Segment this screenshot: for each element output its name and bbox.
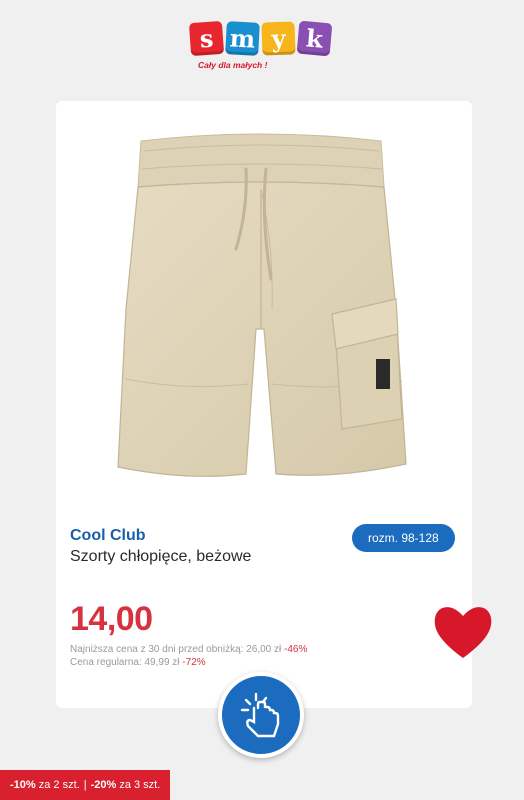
tap-button[interactable]	[218, 672, 304, 758]
promo-discount-1: -10%	[10, 779, 36, 791]
regular-price-label: Cena regularna: 49,99 zł	[70, 657, 180, 668]
lowest-price-info: Najniższa cena z 30 dni przed obniżką: 2…	[70, 644, 307, 655]
logo-letter-m: m	[225, 21, 260, 56]
product-name[interactable]: Szorty chłopięce, beżowe	[70, 547, 270, 567]
promo-discount-2: -20%	[90, 779, 117, 791]
promo-banner[interactable]: -10% za 2 szt. | -20% za 3 szt.	[0, 770, 171, 800]
logo-letter-y: y	[261, 21, 296, 56]
logo-letters: s m y k	[188, 20, 333, 57]
regular-price-discount: -72%	[182, 657, 206, 668]
promo-text-1: za 2 szt.	[38, 779, 80, 791]
logo-letter-k: k	[296, 20, 333, 57]
lowest-price-label: Najniższa cena z 30 dni przed obniżką: 2…	[70, 644, 282, 655]
product-price: 14,00	[70, 600, 153, 638]
logo-tagline: Cały dla małych !	[198, 60, 268, 70]
smyk-logo[interactable]: s m y k Cały dla małych !	[188, 20, 335, 74]
promo-text-2: za 3 szt.	[119, 779, 161, 791]
promo-separator: |	[83, 779, 87, 791]
product-card[interactable]: Cool Club Szorty chłopięce, beżowe rozm.…	[56, 101, 472, 708]
product-brand[interactable]: Cool Club	[70, 527, 146, 545]
product-image[interactable]	[96, 129, 426, 489]
size-badge[interactable]: rozm. 98-128	[352, 524, 455, 552]
logo-letter-s: s	[188, 20, 225, 57]
lowest-price-discount: -46%	[284, 644, 308, 655]
hand-tap-icon	[240, 692, 280, 738]
regular-price-info: Cena regularna: 49,99 zł -72%	[70, 657, 206, 668]
heart-icon[interactable]	[431, 600, 495, 660]
